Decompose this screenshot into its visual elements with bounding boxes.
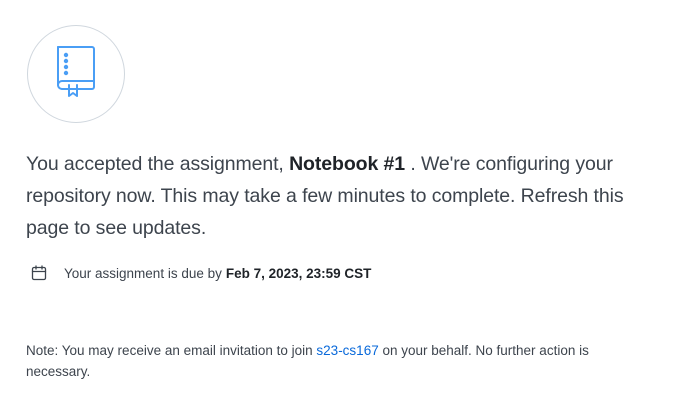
due-date: Feb 7, 2023, 23:59 CST	[225, 265, 372, 281]
accepted-message-prefix: You accepted the assignment,	[26, 153, 290, 175]
note-prefix: Note: You may receive an email invitatio…	[26, 343, 317, 358]
organization-link[interactable]: s23-cs167	[316, 343, 378, 358]
due-label: Your assignment is due by	[64, 265, 222, 281]
assignment-avatar	[27, 25, 125, 123]
email-invitation-note: Note: You may receive an email invitatio…	[26, 340, 656, 382]
accepted-message: You accepted the assignment, Notebook #1…	[26, 148, 666, 244]
assignment-name: Notebook #1	[289, 153, 405, 175]
notebook-icon	[52, 43, 100, 106]
calendar-icon	[28, 262, 50, 284]
due-date-row: Your assignment is due by Feb 7, 2023, 2…	[26, 262, 371, 284]
